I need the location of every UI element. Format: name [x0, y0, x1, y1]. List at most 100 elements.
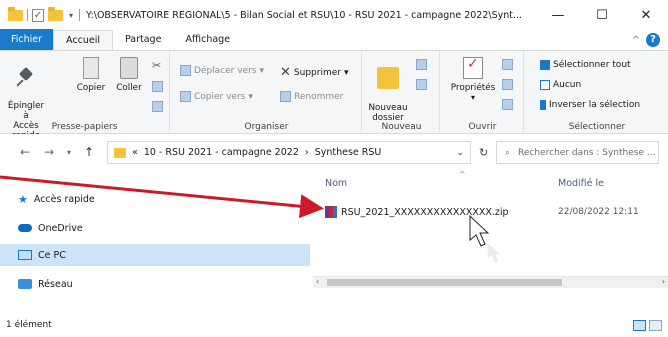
- select-none-button[interactable]: Aucun: [540, 80, 581, 90]
- group-label-organize: Organiser: [244, 122, 289, 132]
- chevron-down-icon: ▾: [343, 67, 349, 78]
- ribbon: Épingler à Accès rapide Copier Coller ✂ …: [0, 51, 668, 141]
- paste-shortcut-icon[interactable]: [152, 101, 163, 112]
- help-icon[interactable]: ?: [646, 33, 660, 47]
- item-count: 1 élément: [6, 320, 52, 330]
- chevron-down-icon: ▾: [259, 65, 265, 76]
- back-arrow-icon[interactable]: ←: [20, 145, 30, 159]
- file-name[interactable]: RSU_2021_XXXXXXXXXXXXXXX.zip: [341, 207, 509, 218]
- move-to-button[interactable]: Déplacer vers ▾: [180, 65, 264, 76]
- new-folder-quick-icon[interactable]: [48, 6, 63, 21]
- invert-selection-label: Inverser la sélection: [549, 100, 641, 110]
- nav-item-this-pc[interactable]: Ce PC: [0, 244, 310, 266]
- large-icons-view-icon[interactable]: [649, 320, 662, 331]
- nav-item-label: Ce PC: [38, 249, 66, 261]
- group-label-open: Ouvrir: [468, 122, 497, 132]
- new-folder-button[interactable]: Nouveau dossier: [366, 57, 410, 123]
- tab-share[interactable]: Partage: [113, 30, 173, 50]
- forward-arrow-icon[interactable]: →: [44, 145, 54, 159]
- search-placeholder: Rechercher dans : Synthese ...: [518, 147, 656, 158]
- paste-button[interactable]: Coller: [112, 57, 146, 93]
- up-arrow-icon[interactable]: ↑: [84, 145, 94, 159]
- divider: [79, 9, 81, 21]
- column-header-name[interactable]: Nom: [325, 178, 347, 189]
- zip-archive-icon: [325, 206, 337, 218]
- search-box[interactable]: ⌕ Rechercher dans : Synthese ...: [496, 141, 659, 164]
- select-none-icon: [540, 80, 550, 90]
- tab-view[interactable]: Affichage: [173, 30, 242, 50]
- ribbon-tabs: Fichier Accueil Partage Affichage ^ ?: [0, 29, 668, 51]
- details-view-icon[interactable]: [633, 320, 646, 331]
- file-modified-date: 22/08/2022 12:11: [558, 207, 639, 217]
- breadcrumb-item-synthese[interactable]: Synthese RSU: [315, 147, 382, 158]
- properties-quick-icon[interactable]: ✓: [32, 8, 44, 22]
- select-all-icon: [540, 60, 550, 70]
- move-to-icon: [180, 65, 191, 76]
- rename-button[interactable]: Renommer: [280, 91, 343, 102]
- chevron-down-icon: ▾: [470, 93, 475, 102]
- address-dropdown-icon[interactable]: ⌄: [456, 148, 464, 158]
- copy-to-button[interactable]: Copier vers ▾: [180, 91, 253, 102]
- status-bar: 1 élément: [0, 313, 668, 337]
- navigation-bar: ← → ▾ ↑ « 10 - RSU 2021 - campagne 2022 …: [0, 134, 668, 170]
- properties-button[interactable]: Propriétés ▾: [450, 57, 496, 103]
- new-item-icon[interactable]: [416, 59, 427, 70]
- file-row[interactable]: RSU_2021_XXXXXXXXXXXXXXX.zip: [325, 204, 509, 220]
- rename-icon: [280, 91, 291, 102]
- paste-icon: [120, 57, 138, 79]
- pin-icon: [16, 67, 36, 87]
- nav-item-label: OneDrive: [38, 222, 83, 234]
- copy-to-label: Copier vers: [194, 91, 246, 102]
- minimize-button[interactable]: —: [536, 0, 580, 30]
- rename-label: Renommer: [294, 91, 344, 102]
- recent-locations-icon[interactable]: ▾: [67, 148, 71, 157]
- horizontal-scrollbar[interactable]: ‹ ›: [313, 276, 668, 288]
- column-header-modified[interactable]: Modifié le: [558, 178, 604, 189]
- group-open: Propriétés ▾ Ouvrir: [442, 51, 524, 134]
- tab-file[interactable]: Fichier: [0, 29, 54, 50]
- title-bar: ✓ ▾ Y:\OBSERVATOIRE REGIONAL\5 - Bilan S…: [0, 0, 668, 30]
- scroll-right-icon[interactable]: ›: [662, 277, 665, 286]
- group-label-new: Nouveau: [381, 122, 422, 132]
- cut-icon[interactable]: ✂: [152, 59, 161, 72]
- breadcrumb-item-campagne[interactable]: 10 - RSU 2021 - campagne 2022: [144, 147, 299, 158]
- open-icon[interactable]: [502, 59, 513, 70]
- group-clipboard: Épingler à Accès rapide Copier Coller ✂ …: [0, 51, 170, 141]
- history-icon[interactable]: [502, 99, 513, 110]
- select-all-button[interactable]: Sélectionner tout: [540, 60, 631, 70]
- breadcrumb-overflow[interactable]: «: [132, 147, 138, 158]
- invert-selection-button[interactable]: Inverser la sélection: [540, 100, 640, 110]
- scroll-left-icon[interactable]: ‹: [316, 277, 319, 286]
- tab-home[interactable]: Accueil: [53, 30, 113, 50]
- cloud-icon: [18, 224, 32, 232]
- copy-path-icon[interactable]: [152, 81, 163, 92]
- delete-icon: ✕: [280, 65, 291, 80]
- collapse-ribbon-icon[interactable]: ^: [632, 35, 640, 46]
- copy-button[interactable]: Copier: [74, 57, 108, 93]
- maximize-button[interactable]: ☐: [580, 0, 624, 30]
- invert-selection-icon: [540, 100, 546, 110]
- copy-label: Copier: [76, 83, 106, 93]
- nav-item-quick-access[interactable]: ★ Accès rapide: [18, 188, 95, 210]
- window-title: Y:\OBSERVATOIRE REGIONAL\5 - Bilan Socia…: [86, 9, 523, 21]
- group-label-clipboard: Presse-papiers: [51, 122, 118, 132]
- breadcrumb-separator[interactable]: ›: [305, 147, 309, 158]
- search-icon: ⌕: [505, 147, 511, 158]
- refresh-icon[interactable]: ↻: [479, 146, 488, 159]
- easy-access-icon[interactable]: [416, 79, 427, 90]
- delete-button[interactable]: ✕ Supprimer ▾: [280, 65, 349, 80]
- quick-access-dropdown-icon[interactable]: ▾: [69, 11, 73, 20]
- address-bar[interactable]: « 10 - RSU 2021 - campagne 2022 › Synthe…: [107, 141, 471, 164]
- nav-item-network[interactable]: Réseau: [18, 273, 73, 295]
- network-icon: [18, 279, 32, 289]
- sort-ascending-icon: ^: [459, 170, 466, 179]
- edit-icon[interactable]: [502, 79, 513, 90]
- scrollbar-thumb[interactable]: [327, 279, 562, 286]
- group-new: Nouveau dossier Nouveau: [364, 51, 440, 134]
- navigation-pane: ★ Accès rapide OneDrive Ce PC Réseau: [0, 170, 310, 313]
- delete-label: Supprimer: [293, 67, 341, 78]
- new-folder-icon: [377, 67, 399, 89]
- nav-item-onedrive[interactable]: OneDrive: [18, 217, 83, 239]
- close-button[interactable]: ✕: [624, 0, 668, 30]
- copy-icon: [83, 57, 99, 79]
